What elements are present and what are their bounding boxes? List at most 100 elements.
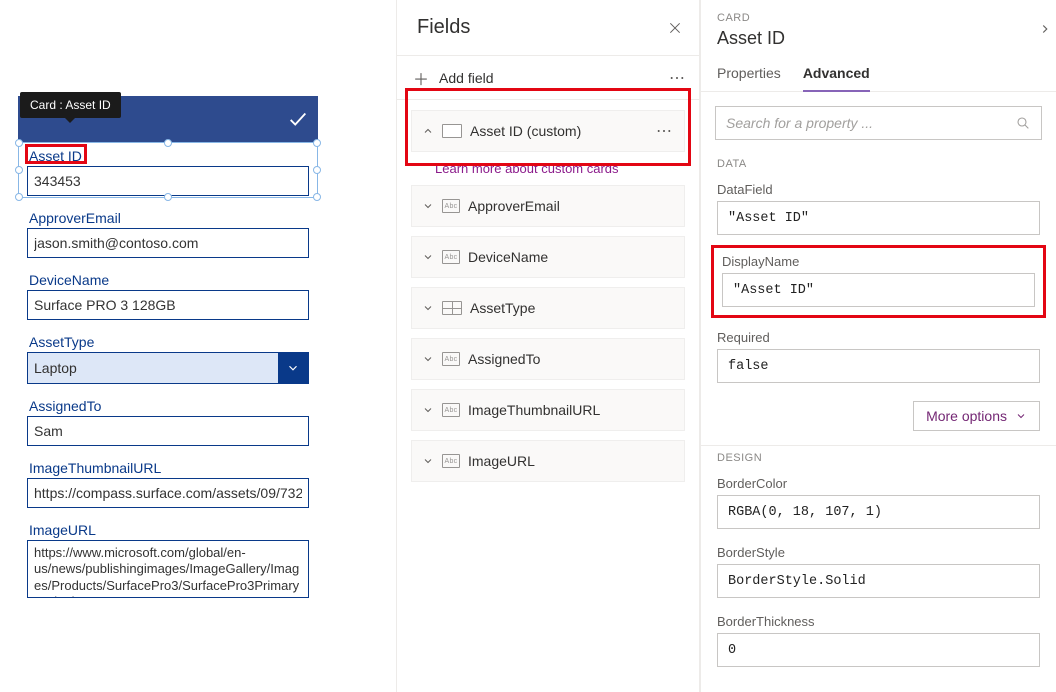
prop-value-required[interactable]: false bbox=[717, 349, 1040, 383]
tab-advanced[interactable]: Advanced bbox=[803, 59, 870, 91]
more-options-button[interactable]: More options bbox=[913, 401, 1040, 431]
card-approver-email[interactable]: ApproverEmail bbox=[27, 206, 309, 258]
prop-label: DataField bbox=[717, 182, 1040, 197]
prop-label: BorderStyle bbox=[717, 545, 1040, 560]
text-type-icon: Abc bbox=[442, 352, 460, 366]
prop-label: Required bbox=[717, 330, 1040, 345]
label-image-url: ImageURL bbox=[27, 518, 309, 540]
chevron-down-icon[interactable] bbox=[422, 404, 434, 416]
input-device-name[interactable] bbox=[27, 290, 309, 320]
search-icon bbox=[1015, 115, 1031, 131]
prop-value-borderthickness[interactable]: 0 bbox=[717, 633, 1040, 667]
field-row-label: AssignedTo bbox=[468, 351, 674, 367]
table-type-icon bbox=[442, 301, 462, 315]
more-icon[interactable]: ⋯ bbox=[669, 68, 687, 88]
text-type-icon: Abc bbox=[442, 199, 460, 213]
text-type-icon: Abc bbox=[442, 403, 460, 417]
chevron-down-icon[interactable] bbox=[422, 353, 434, 365]
select-asset-type[interactable]: Laptop bbox=[27, 352, 309, 384]
field-row-label: ImageURL bbox=[468, 453, 674, 469]
chevron-right-icon[interactable] bbox=[1038, 22, 1052, 36]
add-field-row: ＋ Add field ⋯ bbox=[397, 56, 699, 100]
prop-value-datafield[interactable]: "Asset ID" bbox=[717, 201, 1040, 235]
add-field-button[interactable]: ＋ Add field bbox=[413, 66, 669, 90]
prop-value-bordercolor[interactable]: RGBA(0, 18, 107, 1) bbox=[717, 495, 1040, 529]
field-row[interactable]: Abc DeviceName bbox=[411, 236, 685, 278]
card-tooltip: Card : Asset ID bbox=[20, 92, 121, 118]
plus-icon: ＋ bbox=[413, 66, 429, 90]
fields-header: Fields bbox=[397, 0, 699, 56]
section-design: DESIGN bbox=[701, 446, 1056, 470]
chevron-down-icon[interactable] bbox=[422, 200, 434, 212]
tab-properties[interactable]: Properties bbox=[717, 59, 781, 91]
label-image-thumbnail-url: ImageThumbnailURL bbox=[27, 456, 309, 478]
fields-title: Fields bbox=[417, 16, 667, 39]
field-row[interactable]: Abc ApproverEmail bbox=[411, 185, 685, 227]
field-row-label: Asset ID (custom) bbox=[470, 123, 648, 139]
input-asset-id[interactable] bbox=[27, 166, 309, 196]
input-assigned-to[interactable] bbox=[27, 416, 309, 446]
card-device-name[interactable]: DeviceName bbox=[27, 268, 309, 320]
field-row-label: ApproverEmail bbox=[468, 198, 674, 214]
text-type-icon: Abc bbox=[442, 250, 460, 264]
chevron-down-icon bbox=[1015, 410, 1027, 422]
prop-bordercolor: BorderColor RGBA(0, 18, 107, 1) bbox=[701, 470, 1056, 539]
search-placeholder: Search for a property ... bbox=[726, 115, 1015, 131]
input-image-thumbnail-url[interactable] bbox=[27, 478, 309, 508]
field-row[interactable]: Abc ImageThumbnailURL bbox=[411, 389, 685, 431]
prop-borderstyle: BorderStyle BorderStyle.Solid bbox=[701, 539, 1056, 608]
card-asset-type[interactable]: AssetType Laptop bbox=[27, 330, 309, 384]
prop-label: DisplayName bbox=[722, 254, 1035, 269]
more-options-label: More options bbox=[926, 408, 1007, 424]
card-assigned-to[interactable]: AssignedTo bbox=[27, 394, 309, 446]
chevron-down-icon[interactable] bbox=[422, 455, 434, 467]
property-search[interactable]: Search for a property ... bbox=[715, 106, 1042, 140]
more-icon[interactable]: ⋯ bbox=[656, 121, 674, 141]
field-row[interactable]: AssetType bbox=[411, 287, 685, 329]
select-asset-type-value: Laptop bbox=[28, 353, 278, 383]
highlight-annotation: DisplayName "Asset ID" bbox=[711, 245, 1046, 318]
learn-more-link[interactable]: Learn more about custom cards bbox=[411, 157, 685, 178]
label-approver-email: ApproverEmail bbox=[27, 206, 309, 228]
chevron-down-icon[interactable] bbox=[278, 353, 308, 383]
input-image-url[interactable] bbox=[27, 540, 309, 598]
properties-panel: CARD Asset ID Properties Advanced Search… bbox=[700, 0, 1056, 692]
prop-borderthickness: BorderThickness 0 bbox=[701, 608, 1056, 677]
card-image-url[interactable]: ImageURL bbox=[27, 518, 309, 601]
close-icon[interactable] bbox=[667, 20, 683, 36]
card-type-icon bbox=[442, 124, 462, 138]
field-row[interactable]: Abc ImageURL bbox=[411, 440, 685, 482]
fields-panel: Fields ＋ Add field ⋯ Asset ID (custom) ⋯ L… bbox=[396, 0, 700, 692]
section-data: DATA bbox=[701, 152, 1056, 176]
form-body: Asset ID ApproverEmail DeviceName AssetT… bbox=[19, 142, 317, 611]
field-row[interactable]: Asset ID (custom) ⋯ bbox=[411, 110, 685, 152]
text-type-icon: Abc bbox=[442, 454, 460, 468]
prop-required: Required false bbox=[701, 324, 1056, 393]
chevron-down-icon[interactable] bbox=[422, 302, 434, 314]
card-caption: CARD bbox=[701, 0, 1056, 24]
submit-check-icon[interactable] bbox=[278, 96, 318, 142]
label-device-name: DeviceName bbox=[27, 268, 309, 290]
canvas-area: Card : Asset ID Asset ID ApproverEmail D… bbox=[0, 0, 396, 692]
card-image-thumbnail-url[interactable]: ImageThumbnailURL bbox=[27, 456, 309, 508]
fields-list: Asset ID (custom) ⋯ Learn more about custo… bbox=[397, 100, 699, 492]
add-field-label: Add field bbox=[439, 70, 493, 86]
chevron-up-icon[interactable] bbox=[422, 125, 434, 137]
prop-datafield: DataField "Asset ID" bbox=[701, 176, 1056, 245]
prop-value-borderstyle[interactable]: BorderStyle.Solid bbox=[717, 564, 1040, 598]
field-row-label: ImageThumbnailURL bbox=[468, 402, 674, 418]
label-asset-type: AssetType bbox=[27, 330, 309, 352]
property-tabs: Properties Advanced bbox=[701, 59, 1056, 92]
chevron-down-icon[interactable] bbox=[422, 251, 434, 263]
field-row-label: DeviceName bbox=[468, 249, 674, 265]
field-row[interactable]: Abc AssignedTo bbox=[411, 338, 685, 380]
prop-label: BorderColor bbox=[717, 476, 1040, 491]
label-asset-id: Asset ID bbox=[27, 144, 309, 166]
input-approver-email[interactable] bbox=[27, 228, 309, 258]
prop-label: BorderThickness bbox=[717, 614, 1040, 629]
card-asset-id[interactable]: Asset ID bbox=[27, 144, 309, 196]
field-row-label: AssetType bbox=[470, 300, 674, 316]
card-name: Asset ID bbox=[701, 24, 1056, 59]
prop-value-displayname[interactable]: "Asset ID" bbox=[722, 273, 1035, 307]
label-assigned-to: AssignedTo bbox=[27, 394, 309, 416]
